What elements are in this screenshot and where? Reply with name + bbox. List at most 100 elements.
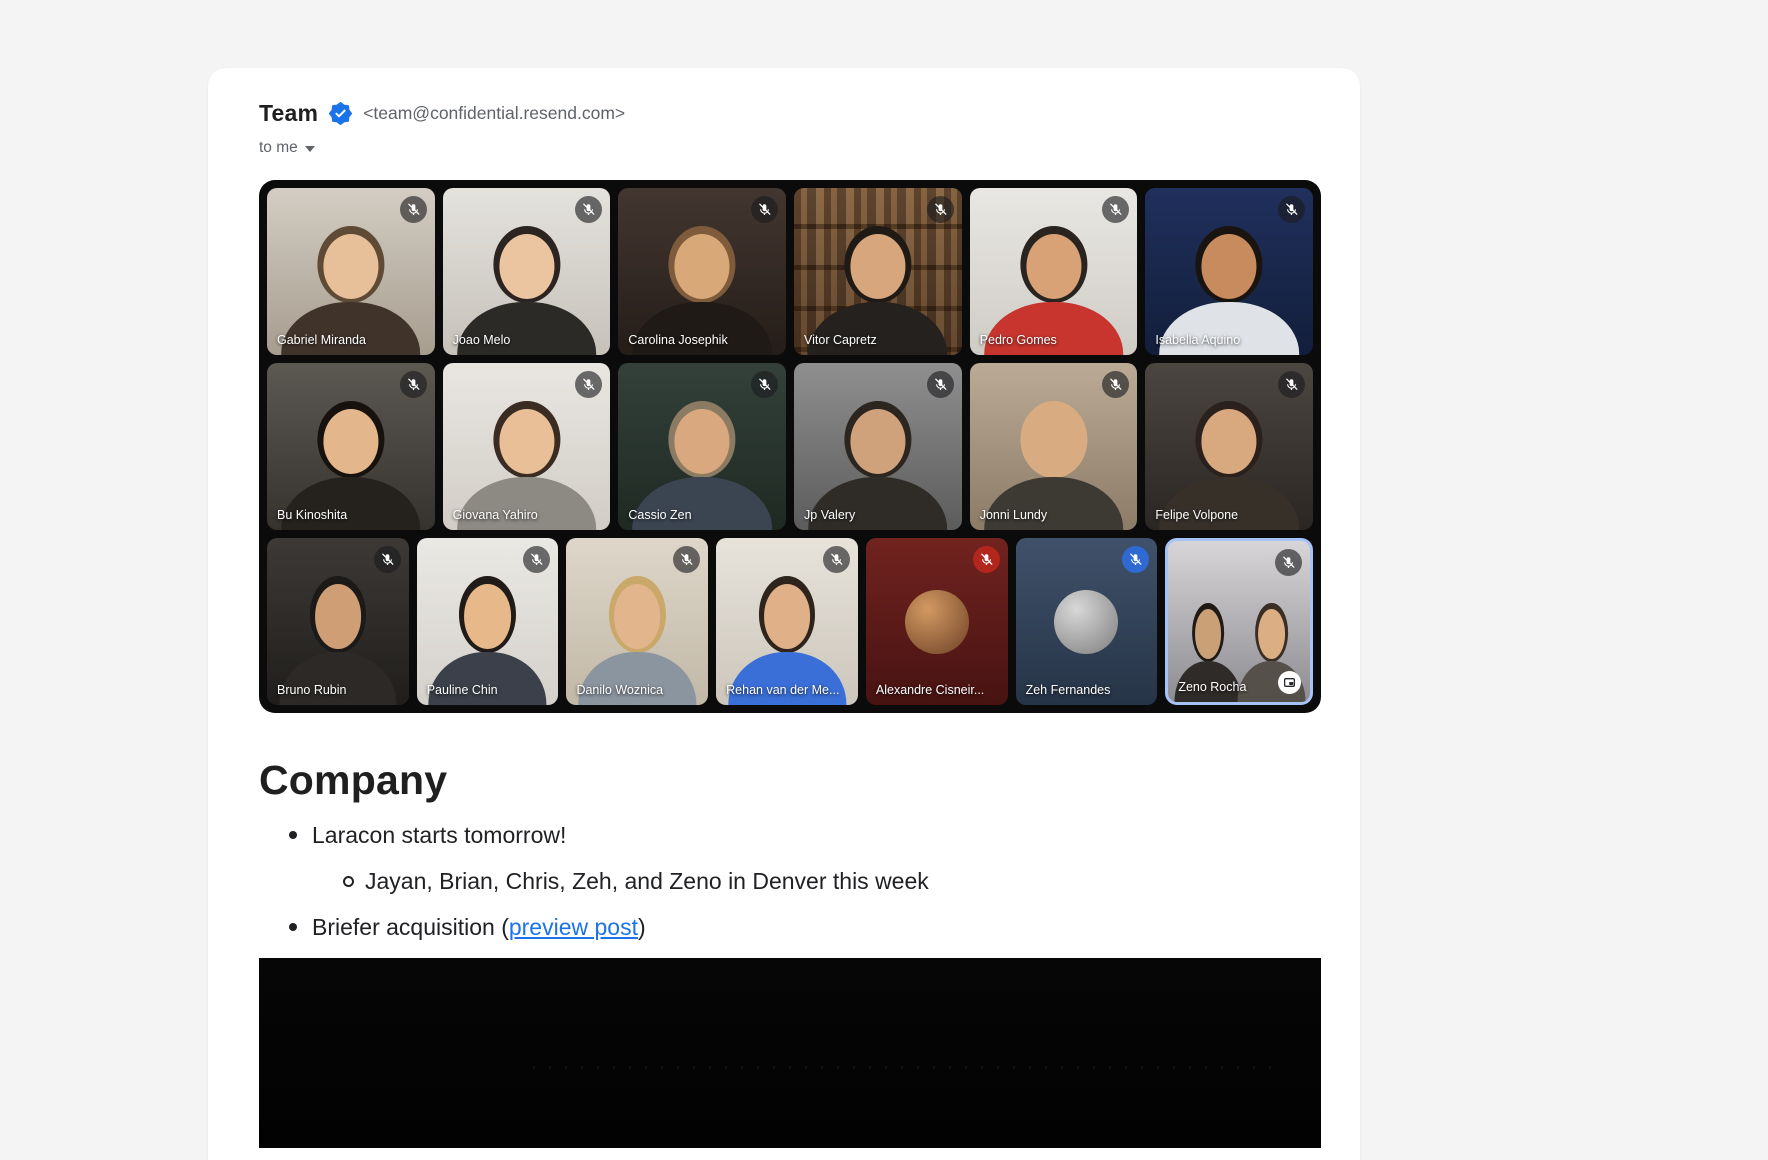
profile-avatar	[905, 590, 969, 654]
pip-button	[1278, 671, 1301, 694]
mic-off-icon	[757, 377, 772, 392]
video-grid-row: Bruno Rubin Pauline Chin Danilo Woznica Reh…	[267, 538, 1313, 705]
mic-off-icon	[1284, 377, 1299, 392]
participant-tile: Alexandre Cisneir...	[866, 538, 1008, 705]
mic-off-icon	[979, 552, 994, 567]
mute-badge	[400, 371, 427, 398]
email-header: Team <team@confidential.resend.com>	[259, 98, 1321, 128]
participant-tile: Danilo Woznica	[566, 538, 708, 705]
video-call-grid-image: Gabriel Miranda Joao Melo Carolina Josephi…	[259, 180, 1321, 713]
bullet-list: Laracon starts tomorrow! Jayan, Brian, Ch…	[259, 820, 1321, 942]
participant-name: Gabriel Miranda	[277, 333, 366, 347]
mute-badge	[400, 196, 427, 223]
mute-badge	[523, 546, 550, 573]
mic-off-icon	[581, 202, 596, 217]
participant-name: Giovana Yahiro	[453, 508, 538, 522]
mute-badge	[973, 546, 1000, 573]
section-heading: Company	[259, 757, 1321, 804]
participant-tile: Rehan van der Me...	[716, 538, 858, 705]
participant-tile: Pedro Gomes	[970, 188, 1138, 355]
participant-name: Pedro Gomes	[980, 333, 1057, 347]
mic-off-icon	[406, 202, 421, 217]
mic-off-icon	[1281, 555, 1296, 570]
participant-name: Isabella Aquino	[1155, 333, 1240, 347]
participant-tile: Giovana Yahiro	[443, 363, 611, 530]
participant-name: Felipe Volpone	[1155, 508, 1238, 522]
mute-badge	[1278, 371, 1305, 398]
bullet-marker	[289, 831, 297, 839]
mute-badge	[823, 546, 850, 573]
recipient-label: to me	[259, 139, 298, 157]
mic-off-icon	[1128, 552, 1143, 567]
participant-tile: Jonni Lundy	[970, 363, 1138, 530]
mute-badge	[751, 196, 778, 223]
participant-tile: Felipe Volpone	[1145, 363, 1313, 530]
recipient-dropdown[interactable]: to me	[259, 137, 315, 159]
mute-badge	[1278, 196, 1305, 223]
participant-tile: Zeh Fernandes	[1016, 538, 1158, 705]
mic-off-icon	[933, 202, 948, 217]
mute-badge	[575, 371, 602, 398]
mute-badge	[575, 196, 602, 223]
participant-name: Bu Kinoshita	[277, 508, 347, 522]
profile-avatar	[1054, 590, 1118, 654]
participant-name: Cassio Zen	[628, 508, 691, 522]
preview-post-link[interactable]: preview post	[509, 914, 638, 940]
mic-off-icon	[757, 202, 772, 217]
participant-name: Zeh Fernandes	[1026, 683, 1111, 697]
mute-badge	[1102, 371, 1129, 398]
mic-off-icon	[933, 377, 948, 392]
mic-off-icon	[529, 552, 544, 567]
participant-tile: Jp Valery	[794, 363, 962, 530]
sender-name: Team	[259, 100, 318, 127]
mute-badge	[673, 546, 700, 573]
participant-name: Rehan van der Me...	[726, 683, 839, 697]
picture-in-picture-icon	[1283, 676, 1296, 689]
bullet-marker	[343, 876, 354, 887]
participant-tile: Bu Kinoshita	[267, 363, 435, 530]
mute-badge	[751, 371, 778, 398]
participant-name: Bruno Rubin	[277, 683, 347, 697]
participant-name: Carolina Josephik	[628, 333, 727, 347]
mic-off-icon	[679, 552, 694, 567]
email-card: Team <team@confidential.resend.com> to m…	[208, 68, 1360, 1160]
participant-name: Pauline Chin	[427, 683, 498, 697]
mute-badge	[927, 196, 954, 223]
mic-off-icon	[1108, 377, 1123, 392]
video-grid-row: Bu Kinoshita Giovana Yahiro Cassio Zen Jp V…	[267, 363, 1313, 530]
participant-name: Alexandre Cisneir...	[876, 683, 984, 697]
participant-name: Jonni Lundy	[980, 508, 1047, 522]
mute-badge	[927, 371, 954, 398]
participant-tile: Zeno Rocha	[1165, 538, 1313, 705]
mute-badge	[1102, 196, 1129, 223]
bullet-marker	[289, 923, 297, 931]
mute-badge	[374, 546, 401, 573]
verified-badge-icon	[329, 102, 352, 125]
video-grid-row: Gabriel Miranda Joao Melo Carolina Josephi…	[267, 188, 1313, 355]
participant-name: Jp Valery	[804, 508, 855, 522]
participant-tile: Carolina Josephik	[618, 188, 786, 355]
participant-tile: Bruno Rubin	[267, 538, 409, 705]
chevron-down-icon	[305, 146, 315, 152]
mic-off-icon	[1108, 202, 1123, 217]
bullet-item: Laracon starts tomorrow!	[259, 820, 1321, 850]
participant-name: Zeno Rocha	[1178, 680, 1246, 694]
mic-off-icon	[406, 377, 421, 392]
participant-name: Vitor Capretz	[804, 333, 877, 347]
participant-tile: Cassio Zen	[618, 363, 786, 530]
mic-off-icon	[581, 377, 596, 392]
participant-name: Danilo Woznica	[576, 683, 663, 697]
embedded-dark-image	[259, 958, 1321, 1148]
mute-badge	[1275, 549, 1302, 576]
mic-off-icon	[829, 552, 844, 567]
participant-tile: Vitor Capretz	[794, 188, 962, 355]
mic-off-icon	[380, 552, 395, 567]
participant-tile: Joao Melo	[443, 188, 611, 355]
participant-tile: Isabella Aquino	[1145, 188, 1313, 355]
participant-tile: Pauline Chin	[417, 538, 559, 705]
bullet-item: Briefer acquisition (preview post)	[259, 912, 1321, 942]
participant-name: Joao Melo	[453, 333, 511, 347]
sender-email: <team@confidential.resend.com>	[363, 103, 625, 124]
mic-off-icon	[1284, 202, 1299, 217]
bullet-item: Jayan, Brian, Chris, Zeh, and Zeno in De…	[259, 866, 1321, 896]
